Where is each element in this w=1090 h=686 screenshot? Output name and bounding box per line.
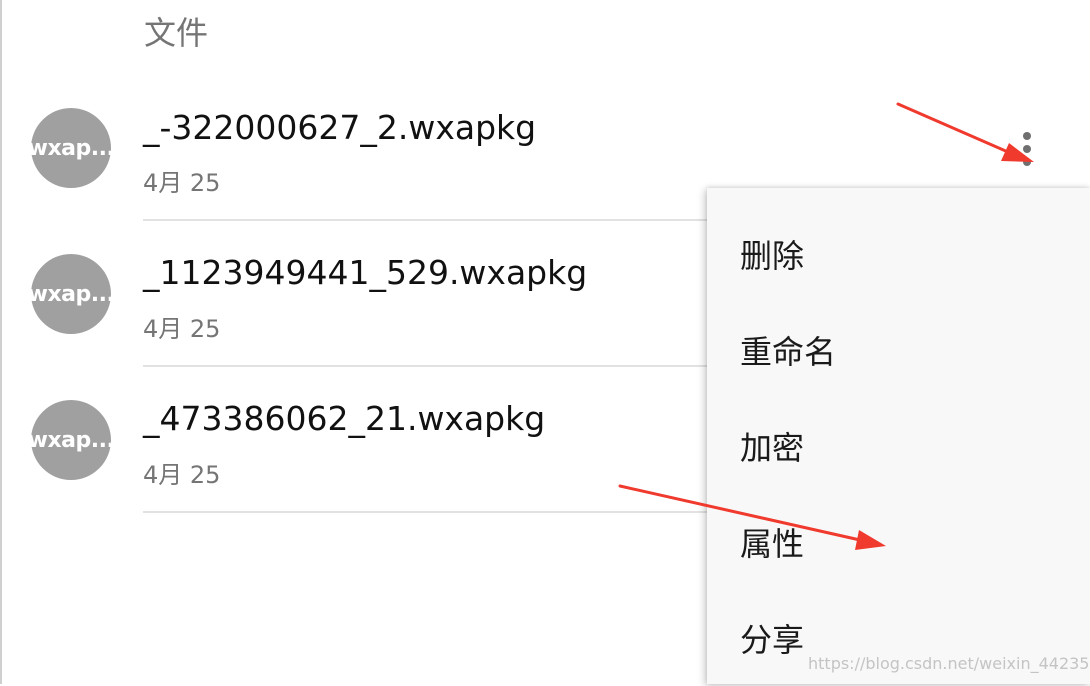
more-vert-icon [1023, 158, 1031, 166]
menu-item-rename[interactable]: 重命名 [707, 302, 1090, 398]
menu-item-encrypt[interactable]: 加密 [707, 398, 1090, 494]
menu-item-label: 分享 [740, 621, 805, 659]
file-type-avatar: wxap... [28, 254, 115, 334]
watermark-text: https://blog.csdn.net/weixin_44235350 [808, 654, 1090, 673]
section-header: 文件 [144, 14, 209, 52]
file-name: _473386062_21.wxapkg [143, 399, 546, 438]
file-name: _-322000627_2.wxapkg [143, 108, 537, 147]
menu-item-label: 删除 [740, 237, 805, 275]
more-vert-icon [1023, 132, 1031, 140]
menu-item-label: 属性 [740, 525, 805, 563]
more-vert-icon [1023, 145, 1031, 153]
context-menu: 删除 重命名 加密 属性 分享 [707, 188, 1090, 684]
menu-item-label: 加密 [740, 429, 805, 467]
file-name: _1123949441_529.wxapkg [143, 253, 588, 292]
menu-item-delete[interactable]: 删除 [707, 206, 1090, 302]
menu-item-label: 重命名 [740, 333, 837, 371]
menu-item-properties[interactable]: 属性 [707, 494, 1090, 590]
file-date: 4月 25 [143, 315, 221, 343]
file-type-avatar: wxap... [28, 108, 115, 188]
file-type-avatar: wxap... [28, 400, 115, 480]
file-date: 4月 25 [143, 461, 221, 489]
file-date: 4月 25 [143, 169, 221, 197]
more-options-button[interactable] [1010, 124, 1044, 174]
